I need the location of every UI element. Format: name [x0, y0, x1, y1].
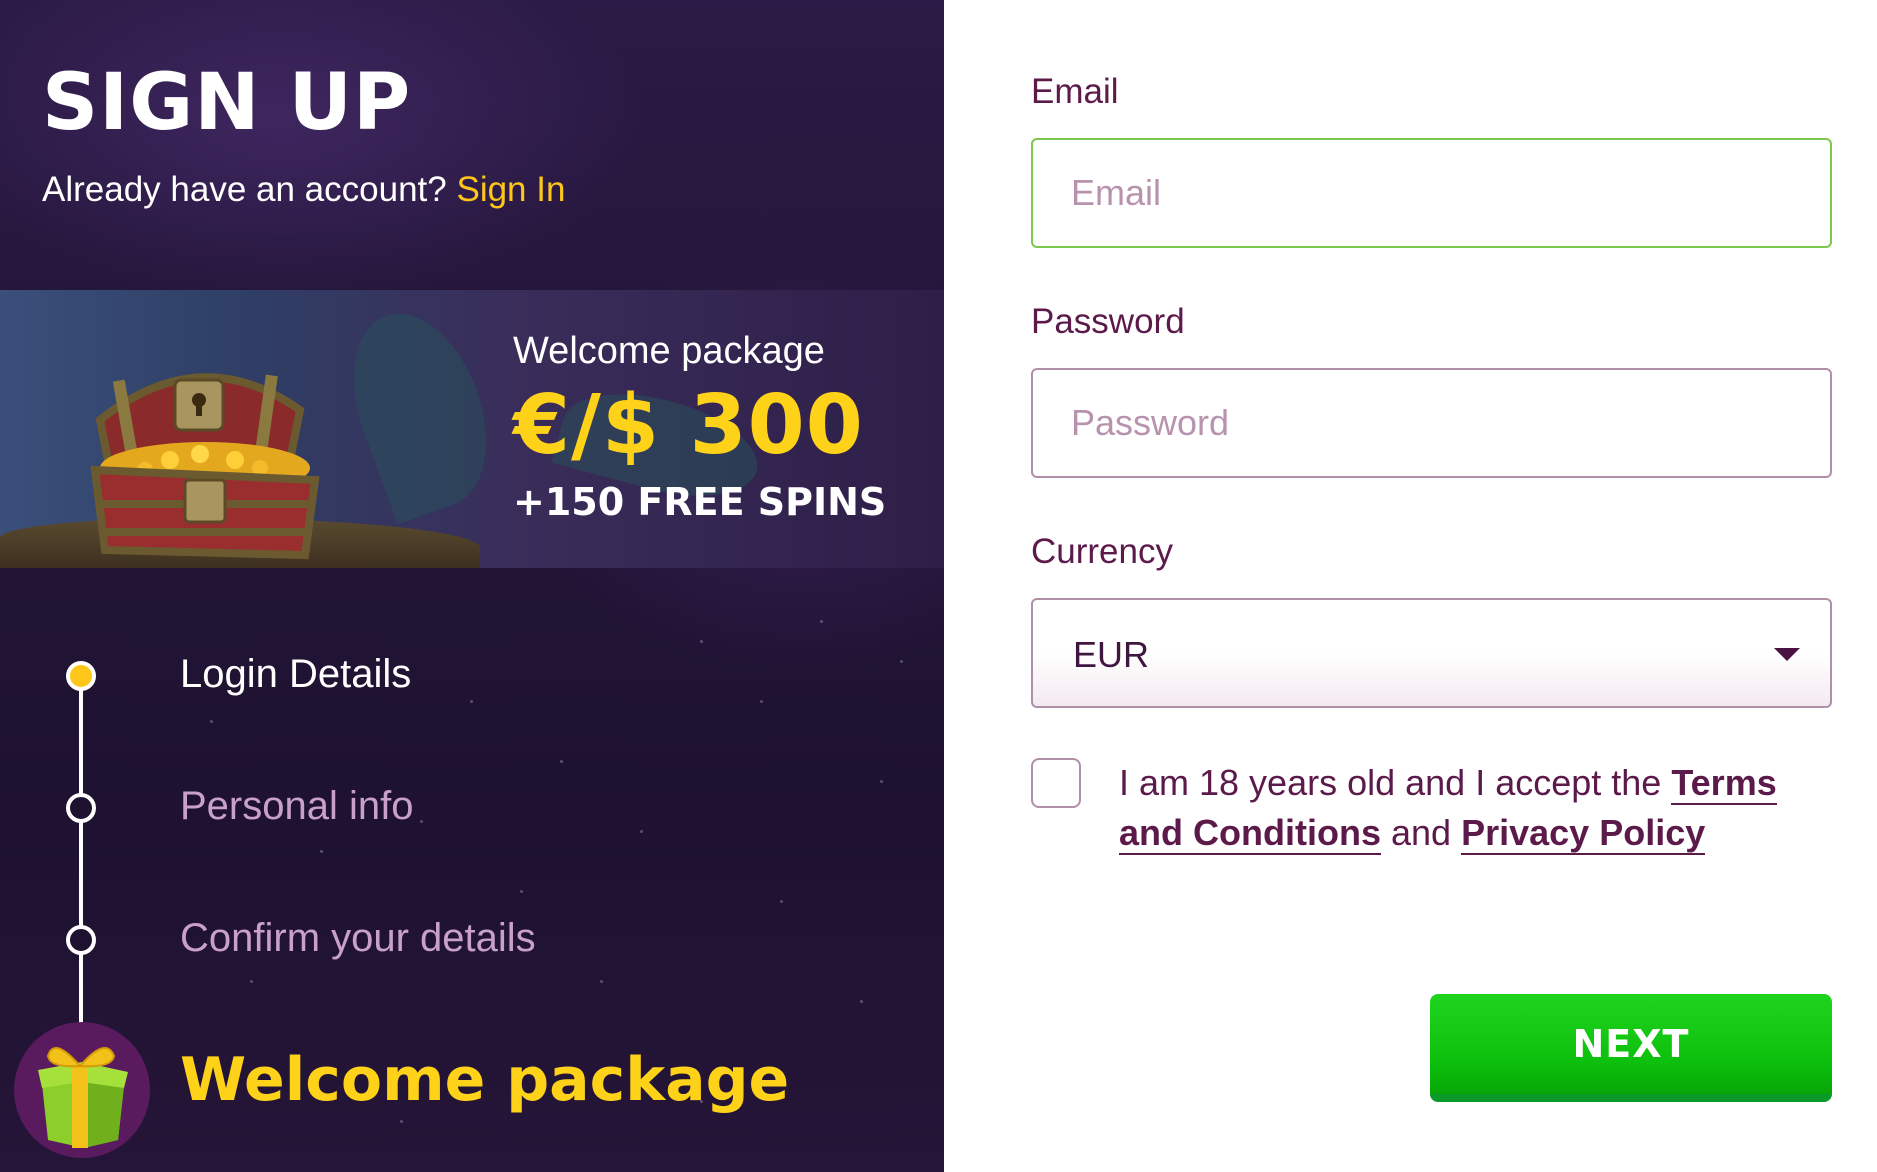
- step-label-login-details: Login Details: [180, 652, 412, 696]
- signin-prompt: Already have an account? Sign In: [42, 170, 565, 210]
- gift-badge: [14, 1022, 150, 1158]
- password-label: Password: [1031, 302, 1185, 341]
- step-progress-line: [79, 674, 83, 1034]
- terms-prefix: I am 18 years old and I accept the: [1119, 762, 1662, 803]
- signin-prompt-text: Already have an account?: [42, 170, 447, 209]
- terms-checkbox[interactable]: [1031, 758, 1081, 808]
- currency-label: Currency: [1031, 532, 1173, 571]
- treasure-chest-icon: [90, 373, 320, 560]
- step-label-confirm-details: Confirm your details: [180, 916, 536, 960]
- step-dot-confirm-details: [66, 925, 96, 955]
- email-input[interactable]: [1031, 138, 1832, 248]
- step-label-personal-info: Personal info: [180, 784, 414, 828]
- currency-select[interactable]: EUR: [1031, 598, 1832, 708]
- welcome-banner: Welcome package €/$ 300 +150 FREE SPINS: [0, 290, 944, 568]
- step-dot-personal-info: [66, 793, 96, 823]
- terms-and: and: [1390, 812, 1452, 853]
- next-button[interactable]: NEXT: [1430, 994, 1832, 1102]
- email-label: Email: [1031, 72, 1119, 111]
- currency-value: EUR: [1073, 634, 1150, 675]
- gift-icon: [38, 1047, 128, 1148]
- step-label-welcome-package: Welcome package: [180, 1045, 790, 1115]
- banner-spins: +150 FREE SPINS: [513, 480, 887, 524]
- signin-link[interactable]: Sign In: [456, 170, 565, 209]
- caret-down-icon: [1774, 648, 1800, 661]
- banner-amount: €/$ 300: [513, 378, 864, 473]
- terms-text: I am 18 years old and I accept the Terms…: [1119, 758, 1829, 858]
- privacy-link[interactable]: Privacy Policy: [1461, 812, 1706, 855]
- password-input[interactable]: [1031, 368, 1832, 478]
- step-dot-login-details: [66, 661, 96, 691]
- page-title: SIGN UP: [42, 58, 412, 148]
- banner-label: Welcome package: [513, 330, 825, 372]
- left-panel: SIGN UP Already have an account? Sign In: [0, 0, 944, 1172]
